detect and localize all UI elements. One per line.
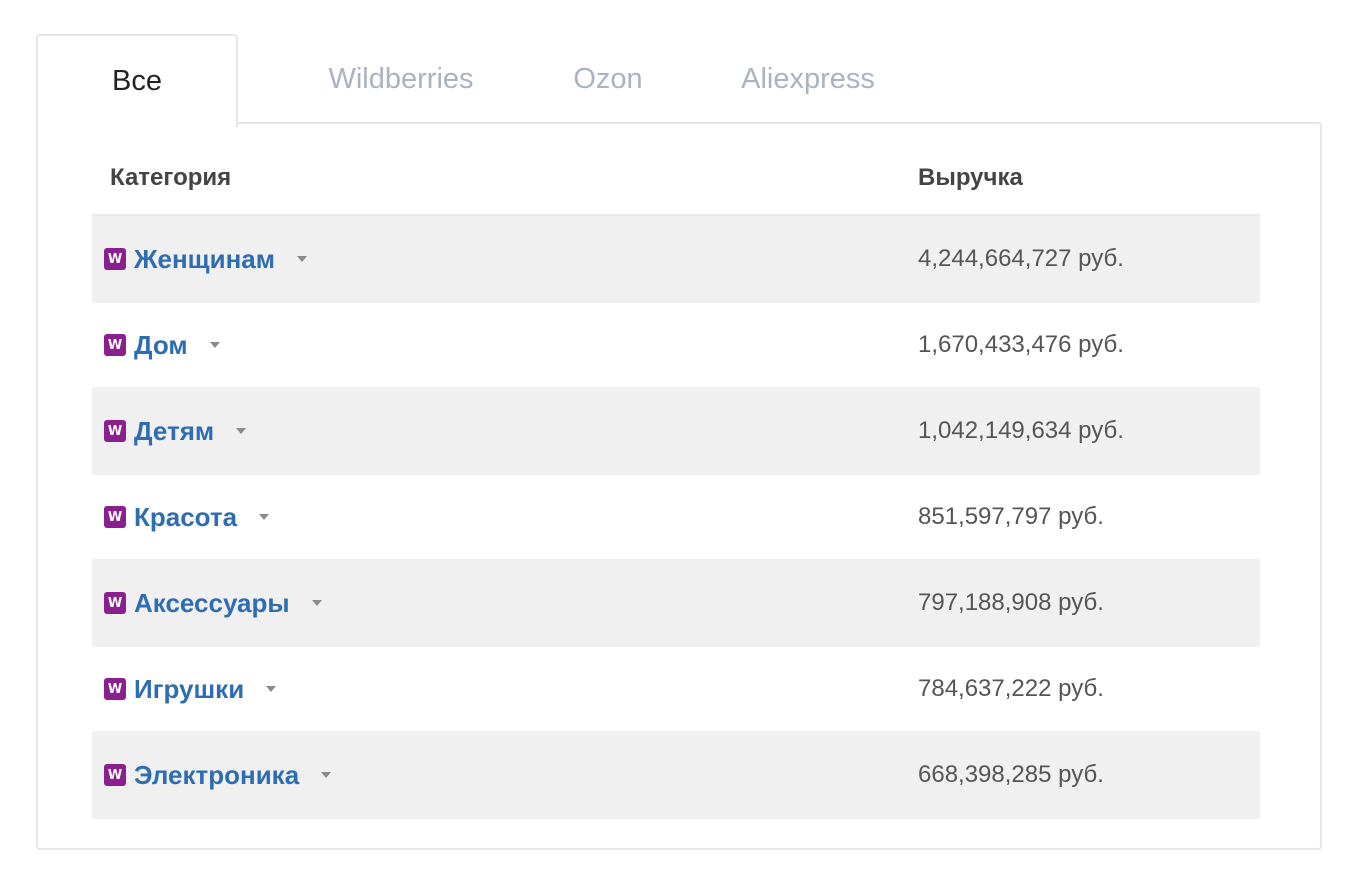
category-cell: W Детям	[104, 388, 247, 474]
wildberries-logo-icon: W	[104, 248, 126, 270]
wildberries-logo-icon: W	[104, 420, 126, 442]
category-link[interactable]: Игрушки	[134, 674, 244, 705]
tab-panel: Категория Выручка W Женщинам 4,244,664,7…	[36, 122, 1322, 850]
revenue-cell: 784,637,222 руб.	[918, 675, 1104, 702]
category-link[interactable]: Женщинам	[134, 244, 275, 275]
chevron-down-icon[interactable]	[266, 686, 277, 692]
revenue-cell: 668,398,285 руб.	[918, 761, 1104, 788]
tab-ozon[interactable]: Ozon	[556, 34, 660, 124]
wildberries-logo-icon: W	[104, 764, 126, 786]
column-header-revenue: Выручка	[918, 164, 1023, 191]
chevron-down-icon[interactable]	[311, 600, 322, 606]
tab-aliexpress[interactable]: Aliexpress	[720, 34, 896, 124]
category-cell: W Аксессуары	[104, 560, 322, 646]
table-row: W Дом 1,670,433,476 руб.	[92, 303, 1260, 388]
category-cell: W Женщинам	[104, 216, 307, 302]
category-cell: W Игрушки	[104, 647, 277, 731]
table-row: W Игрушки 784,637,222 руб.	[92, 647, 1260, 732]
category-link[interactable]: Электроника	[134, 760, 299, 791]
revenue-cell: 4,244,664,727 руб.	[918, 245, 1124, 272]
chevron-down-icon[interactable]	[296, 256, 307, 262]
wildberries-logo-icon: W	[104, 334, 126, 356]
chevron-down-icon[interactable]	[236, 428, 247, 434]
chevron-down-icon[interactable]	[209, 342, 220, 348]
chevron-down-icon[interactable]	[321, 772, 332, 778]
chevron-down-icon[interactable]	[259, 514, 270, 520]
wildberries-logo-icon: W	[104, 506, 126, 528]
table-row: W Аксессуары 797,188,908 руб.	[92, 560, 1260, 647]
category-link[interactable]: Детям	[134, 416, 214, 447]
wildberries-logo-icon: W	[104, 678, 126, 700]
table-row: W Красота 851,597,797 руб.	[92, 475, 1260, 560]
table-header: Категория Выручка	[92, 142, 1260, 216]
category-link[interactable]: Дом	[134, 330, 188, 361]
table-row: W Женщинам 4,244,664,727 руб.	[92, 216, 1260, 303]
column-header-category: Категория	[110, 164, 232, 191]
category-link[interactable]: Аксессуары	[134, 588, 290, 619]
revenue-cell: 1,042,149,634 руб.	[918, 417, 1124, 444]
revenue-cell: 851,597,797 руб.	[918, 503, 1104, 530]
tab-wildberries[interactable]: Wildberries	[306, 34, 496, 124]
category-cell: W Электроника	[104, 732, 332, 818]
table-row: W Детям 1,042,149,634 руб.	[92, 388, 1260, 475]
category-cell: W Дом	[104, 303, 220, 387]
category-link[interactable]: Красота	[134, 502, 237, 533]
category-revenue-table: Категория Выручка W Женщинам 4,244,664,7…	[92, 142, 1260, 819]
marketplace-tabs: Все Wildberries Ozon Aliexpress	[36, 34, 1322, 127]
category-cell: W Красота	[104, 475, 270, 559]
tab-all[interactable]: Все	[36, 34, 238, 127]
table-row: W Электроника 668,398,285 руб.	[92, 732, 1260, 819]
revenue-cell: 1,670,433,476 руб.	[918, 331, 1124, 358]
wildberries-logo-icon: W	[104, 592, 126, 614]
revenue-cell: 797,188,908 руб.	[918, 589, 1104, 616]
